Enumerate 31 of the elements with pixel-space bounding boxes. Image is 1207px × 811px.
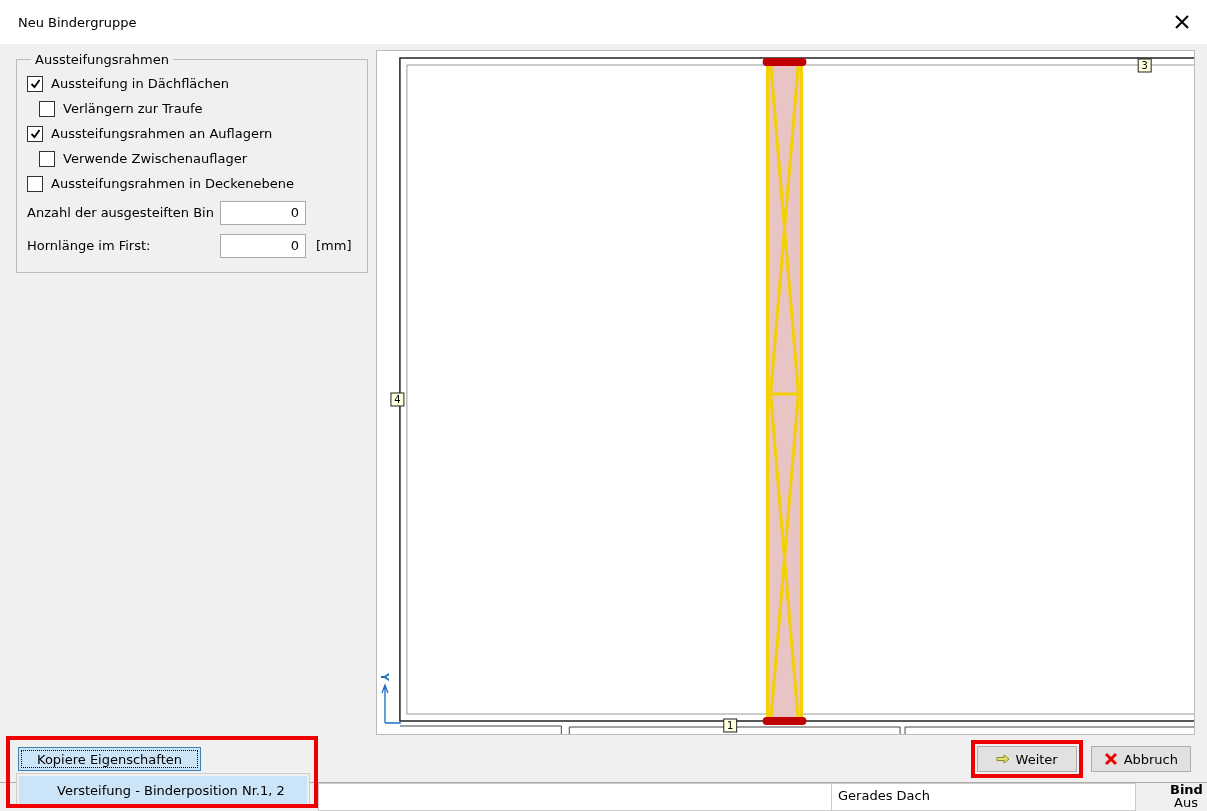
field-label: Anzahl der ausgesteiften Bin bbox=[27, 205, 215, 220]
checkbox[interactable] bbox=[27, 125, 43, 142]
input-field[interactable]: 0 bbox=[220, 200, 306, 225]
table-cell: Gerades Dach bbox=[831, 784, 1135, 810]
checkbox[interactable] bbox=[27, 75, 43, 92]
checkbox[interactable] bbox=[39, 100, 55, 117]
group-title: Aussteifungsrahmen bbox=[34, 52, 170, 67]
node-marker: 4 bbox=[390, 392, 405, 407]
checkbox-label: Aussteifung in Dächflächen bbox=[51, 76, 229, 91]
node-marker: 1 bbox=[723, 718, 738, 733]
window-title: Neu Bindergruppe bbox=[18, 14, 137, 30]
menu-item[interactable]: Versteifung - Binderposition Nr.1, 2 bbox=[19, 776, 307, 804]
panel-text: Aus bbox=[1174, 796, 1199, 809]
next-button[interactable]: Weiter bbox=[976, 746, 1077, 772]
unit-label: [mm] bbox=[316, 238, 352, 253]
checkbox-label: Verlängern zur Traufe bbox=[63, 101, 203, 116]
field-label: Hornlänge im First: bbox=[27, 238, 152, 253]
checkbox[interactable] bbox=[27, 175, 43, 192]
close-icon bbox=[1103, 752, 1118, 766]
checkbox-label: Aussteifungsrahmen in Deckenebene bbox=[51, 176, 294, 191]
checkbox-label: Aussteifungsrahmen an Auflagern bbox=[51, 126, 273, 141]
axis-label: Y bbox=[378, 673, 391, 681]
cancel-button[interactable]: Abbruch bbox=[1090, 746, 1191, 772]
node-marker: 3 bbox=[1137, 58, 1152, 73]
checkbox[interactable] bbox=[39, 150, 55, 167]
checkbox-label: Verwende Zwischenauflager bbox=[63, 151, 247, 166]
panel-title: Bind bbox=[1170, 783, 1203, 796]
arrow-right-icon bbox=[995, 754, 1010, 764]
copy-properties-button[interactable]: Kopiere Eigenschaften bbox=[18, 747, 201, 771]
axis-arrow-icon bbox=[381, 683, 402, 724]
input-field[interactable]: 0 bbox=[220, 233, 306, 258]
